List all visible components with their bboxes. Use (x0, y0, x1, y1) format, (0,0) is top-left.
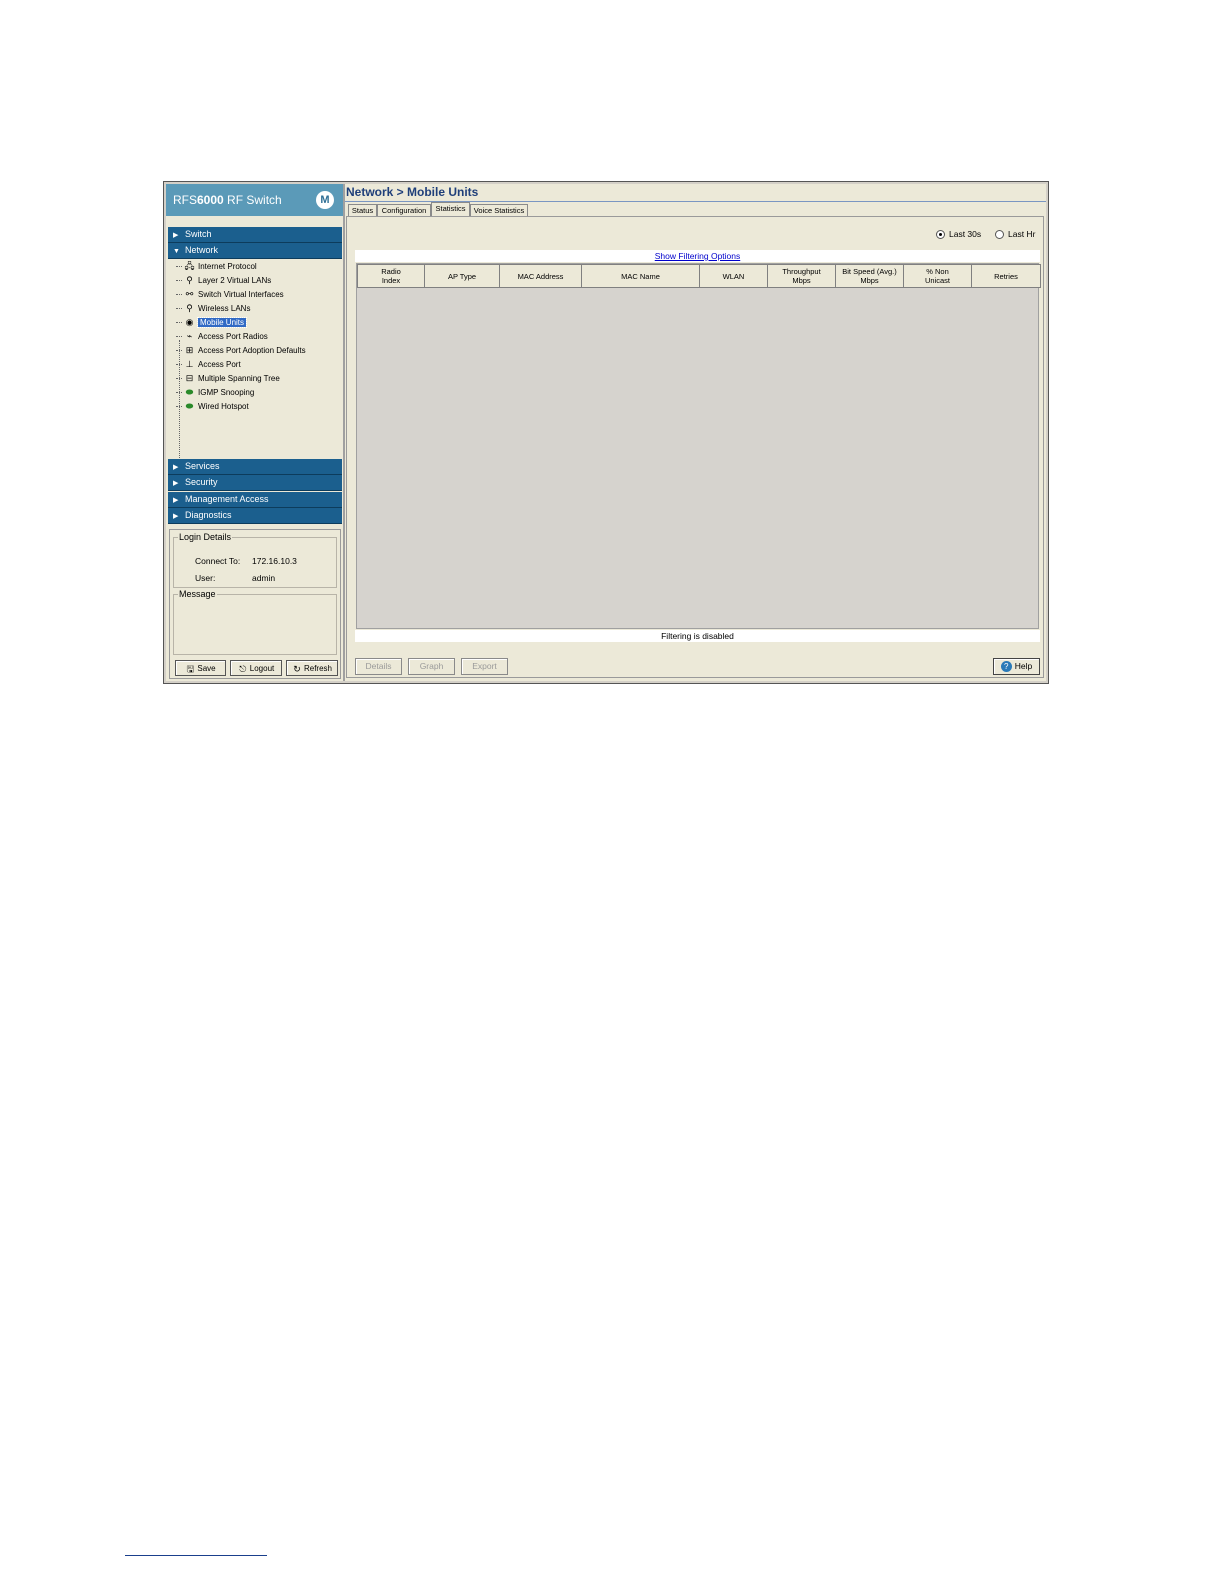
network-icon: 🖧 (184, 261, 195, 272)
mobile-units-table[interactable]: Radio Index AP Type MAC Address MAC Name … (356, 263, 1041, 629)
tree-item-wired-hotspot[interactable]: ⬬ Wired Hotspot (176, 400, 249, 414)
column-header-retries[interactable]: Retries (971, 264, 1041, 288)
connect-to-label: Connect To: (195, 556, 241, 566)
motorola-logo-icon: M (316, 191, 334, 209)
connect-to-value: 172.16.10.3 (252, 556, 297, 566)
column-header-radio-index[interactable]: Radio Index (357, 264, 425, 288)
user-value: admin (252, 573, 276, 583)
igmp-icon: ⬬ (185, 387, 194, 398)
save-icon: 🖫 (186, 663, 195, 674)
tree-item-layer2-vlans[interactable]: ⚲ Layer 2 Virtual LANs (176, 274, 271, 288)
graph-button[interactable]: Graph (408, 658, 455, 675)
tree-item-multiple-spanning-tree[interactable]: ⊟ Multiple Spanning Tree (176, 372, 280, 386)
sidebar-section-switch[interactable]: ▶ Switch (168, 227, 342, 243)
column-header-ap-type[interactable]: AP Type (424, 264, 500, 288)
adoption-icon: ⊞ (185, 345, 194, 356)
radio-unselected-icon (995, 230, 1004, 240)
help-icon: ? (1000, 661, 1012, 673)
details-button[interactable]: Details (355, 658, 402, 675)
mobile-unit-icon: ◉ (185, 317, 194, 328)
sidebar-section-management-access[interactable]: ▶ Management Access (168, 492, 342, 508)
network-tree: 🖧 Internet Protocol ⚲ Layer 2 Virtual LANs… (168, 260, 342, 488)
column-header-bit-speed[interactable]: Bit Speed (Avg.) Mbps (835, 264, 904, 288)
spanning-tree-icon: ⊟ (185, 373, 194, 384)
tree-item-wireless-lans[interactable]: ⚲ Wireless LANs (176, 302, 250, 316)
column-header-wlan[interactable]: WLAN (699, 264, 768, 288)
interface-icon: ⚯ (185, 289, 194, 300)
login-panel: Login Details Connect To: 172.16.10.3 Us… (169, 529, 341, 679)
column-header-mac-name[interactable]: MAC Name (581, 264, 700, 288)
tree-item-access-port-radios[interactable]: ⌁ Access Port Radios (176, 330, 268, 344)
tree-item-switch-virtual-interfaces[interactable]: ⚯ Switch Virtual Interfaces (176, 288, 284, 302)
radio-last-hr[interactable]: Last Hr (995, 229, 1035, 240)
export-button[interactable]: Export (461, 658, 508, 675)
radio-selected-icon (936, 230, 945, 240)
tab-configuration[interactable]: Configuration (377, 204, 431, 216)
brand-title: RFS6000 RF Switch (173, 193, 282, 207)
app-window: RFS6000 RF Switch M ▶ Switch ▼ Network 🖧 In… (163, 181, 1049, 684)
sidebar-section-services[interactable]: ▶ Services (168, 459, 342, 475)
login-details-legend: Login Details (178, 532, 233, 542)
column-header-non-unicast[interactable]: % Non Unicast (903, 264, 972, 288)
brand-header: RFS6000 RF Switch M (166, 184, 343, 216)
tree-item-internet-protocol[interactable]: 🖧 Internet Protocol (176, 260, 257, 274)
wlan-icon: ⚲ (186, 303, 193, 314)
tree-item-mobile-units[interactable]: ◉ Mobile Units (176, 316, 248, 330)
sidebar: RFS6000 RF Switch M ▶ Switch ▼ Network 🖧 In… (166, 184, 345, 681)
refresh-icon: ↻ (293, 663, 301, 674)
vlan-icon: ⚲ (186, 275, 193, 286)
show-filtering-options-link[interactable]: Show Filtering Options (655, 251, 741, 261)
help-button[interactable]: ? Help (993, 658, 1040, 675)
footnote-separator (125, 1555, 267, 1556)
main-panel: Network > Mobile Units Status Configurat… (345, 184, 1046, 681)
tab-voice-statistics[interactable]: Voice Statistics (470, 204, 528, 216)
column-header-mac-address[interactable]: MAC Address (499, 264, 582, 288)
logout-icon: ⎋ (239, 663, 247, 674)
login-details-group: Login Details Connect To: 172.16.10.3 Us… (173, 532, 337, 588)
user-label: User: (195, 573, 216, 583)
radio-last-30s[interactable]: Last 30s (936, 229, 981, 240)
sidebar-section-security[interactable]: ▶ Security (168, 475, 342, 491)
save-button[interactable]: 🖫 Save (175, 660, 226, 676)
tree-item-access-port[interactable]: ⊥ Access Port (176, 358, 241, 372)
logout-button[interactable]: ⎋ Logout (230, 660, 282, 676)
tree-item-igmp-snooping[interactable]: ⬬ IGMP Snooping (176, 386, 254, 400)
message-group: Message (173, 589, 337, 655)
page-title: Network > Mobile Units (346, 185, 479, 199)
filter-options-bar: Show Filtering Options (355, 250, 1040, 262)
message-legend: Message (178, 589, 217, 599)
access-port-icon: ⊥ (185, 359, 194, 370)
hotspot-icon: ⬬ (185, 401, 194, 412)
column-header-throughput[interactable]: Throughput Mbps (767, 264, 836, 288)
sidebar-section-diagnostics[interactable]: ▶ Diagnostics (168, 508, 342, 524)
statistics-panel: Last 30s Last Hr Show Filtering Options … (346, 216, 1044, 678)
tab-status[interactable]: Status (348, 204, 377, 216)
filter-status-text: Filtering is disabled (355, 630, 1040, 642)
tab-statistics[interactable]: Statistics (431, 202, 470, 217)
refresh-button[interactable]: ↻ Refresh (286, 660, 338, 676)
radio-icon: ⌁ (186, 331, 193, 342)
sidebar-section-network[interactable]: ▼ Network (168, 243, 342, 259)
tree-item-access-port-adoption-defaults[interactable]: ⊞ Access Port Adoption Defaults (176, 344, 306, 358)
